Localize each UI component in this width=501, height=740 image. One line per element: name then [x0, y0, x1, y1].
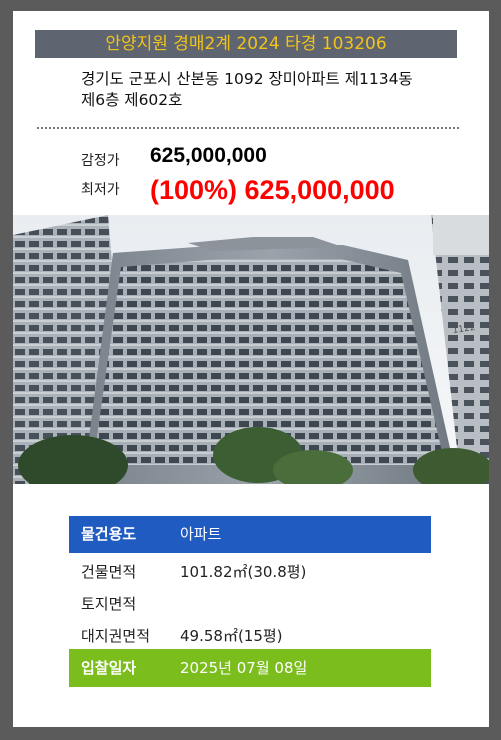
- bid-date-row: 입찰일자 2025년 07월 08일: [69, 649, 431, 687]
- land-right-area-value: 49.58㎡(15평): [180, 627, 283, 645]
- land-area-label: 토지면적: [81, 595, 137, 613]
- apartment-photo: 1122: [13, 215, 489, 484]
- address-line-2: 제6층 제602호: [81, 91, 183, 109]
- building-area-label: 건물면적: [81, 563, 137, 581]
- land-area-row: 토지면적: [69, 589, 431, 619]
- auction-card: 안양지원 경매2계 2024 타경 103206 경기도 군포시 산본동 109…: [13, 11, 489, 727]
- usage-value: 아파트: [180, 525, 222, 543]
- land-right-area-label: 대지권면적: [81, 627, 151, 645]
- minimum-price-label: 최저가: [81, 182, 120, 198]
- usage-row: 물건용도 아파트: [69, 516, 431, 553]
- case-title: 안양지원 경매2계 2024 타경 103206: [105, 34, 387, 54]
- usage-label: 물건용도: [81, 525, 137, 543]
- building-area-row: 건물면적 101.82㎡(30.8평): [69, 557, 431, 587]
- bid-date-label: 입찰일자: [81, 659, 137, 677]
- appraisal-value: 625,000,000: [150, 144, 267, 167]
- minimum-price-value: (100%) 625,000,000: [150, 175, 395, 205]
- case-title-bar: 안양지원 경매2계 2024 타경 103206: [35, 30, 457, 58]
- bid-date-value: 2025년 07월 08일: [180, 659, 308, 677]
- land-right-area-row: 대지권면적 49.58㎡(15평): [69, 621, 431, 651]
- property-address: 경기도 군포시 산본동 1092 장미아파트 제1134동 제6층 제602호: [81, 69, 461, 111]
- appraisal-label: 감정가: [81, 153, 120, 169]
- address-line-1: 경기도 군포시 산본동 1092 장미아파트 제1134동: [81, 70, 413, 88]
- divider: [37, 127, 459, 129]
- building-area-value: 101.82㎡(30.8평): [180, 563, 307, 581]
